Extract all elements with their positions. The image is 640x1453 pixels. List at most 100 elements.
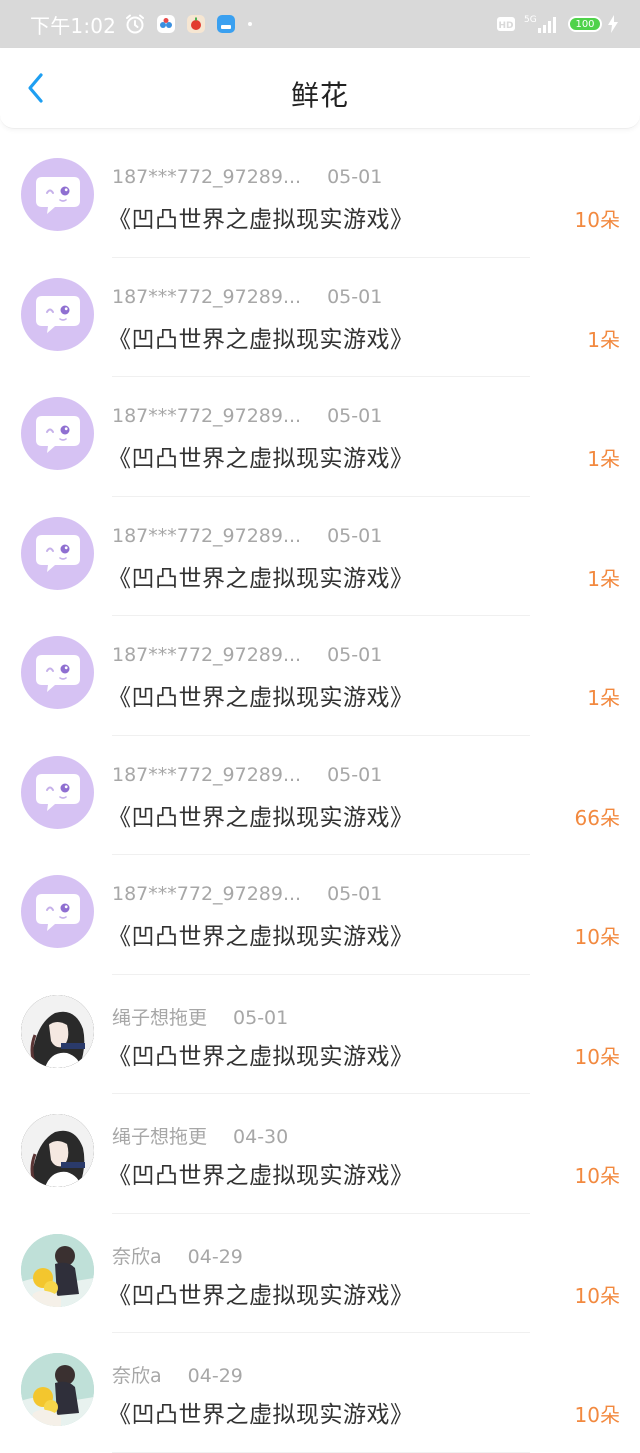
flower-count: 10朵 — [574, 1164, 620, 1188]
chat-bubble-icon — [35, 774, 80, 811]
list-item[interactable]: 奈欣a 04-29 《凹凸世界之虚拟现实游戏》 10朵 — [0, 1333, 640, 1453]
username: 奈欣a — [112, 1245, 162, 1268]
flower-count: 10朵 — [574, 1283, 620, 1308]
username: 187***772_97289... — [112, 524, 302, 547]
meta-line: 绳子想拖更 05-01 — [112, 1003, 288, 1030]
username: 187***772_97289... — [112, 166, 302, 188]
meta-line: 187***772_97289... 05-01 — [112, 644, 382, 666]
date: 04-29 — [187, 1245, 243, 1268]
meta-line: 187***772_97289... 05-01 — [112, 883, 382, 905]
status-indicators: HD 5G 100 — [496, 13, 626, 35]
flower-count: 10朵 — [574, 208, 620, 232]
chat-bubble-icon — [35, 535, 80, 572]
avatar[interactable] — [21, 994, 94, 1068]
flower-count: 66朵 — [574, 805, 620, 830]
meta-line: 奈欣a 04-29 — [112, 1361, 243, 1388]
username: 187***772_97289... — [112, 883, 302, 905]
date: 05-01 — [327, 285, 383, 308]
flower-count: 10朵 — [574, 1403, 620, 1427]
user-avatar-image — [21, 994, 94, 1068]
status-time: 下午1:02 — [30, 13, 117, 38]
chat-bubble-icon — [35, 176, 80, 214]
list-item[interactable]: 187***772_97289... 05-01 《凹凸世界之虚拟现实游戏》 1朵 — [0, 258, 640, 377]
list-item[interactable]: 绳子想拖更 05-01 《凹凸世界之虚拟现实游戏》 10朵 — [0, 975, 640, 1094]
date: 04-29 — [187, 1365, 243, 1387]
meta-line: 奈欣a 04-29 — [112, 1242, 243, 1269]
list-item[interactable]: 187***772_97289... 05-01 《凹凸世界之虚拟现实游戏》 10… — [0, 138, 640, 258]
signal-icon: 5G — [524, 13, 560, 35]
meta-line: 绳子想拖更 04-30 — [112, 1122, 288, 1149]
list-item[interactable]: 奈欣a 04-29 《凹凸世界之虚拟现实游戏》 10朵 — [0, 1214, 640, 1333]
date: 05-01 — [327, 524, 383, 547]
network-type: 5G — [524, 15, 537, 25]
flower-count: 10朵 — [574, 925, 620, 949]
meta-line: 187***772_97289... 05-01 — [112, 525, 382, 547]
date: 05-01 — [327, 883, 383, 905]
avatar[interactable] — [21, 158, 94, 231]
date: 04-30 — [233, 1126, 289, 1148]
app-notification-icon — [216, 14, 236, 34]
book-title: 《凹凸世界之虚拟现实游戏》 — [108, 565, 414, 592]
avatar[interactable] — [21, 755, 94, 829]
chat-bubble-icon — [35, 296, 80, 333]
book-title: 《凹凸世界之虚拟现实游戏》 — [108, 1043, 414, 1070]
avatar[interactable] — [21, 516, 94, 590]
flower-list: 187***772_97289... 05-01 《凹凸世界之虚拟现实游戏》 10… — [0, 138, 640, 1453]
app-notification-icon — [186, 14, 206, 34]
book-title: 《凹凸世界之虚拟现实游戏》 — [108, 207, 414, 233]
username: 绳子想拖更 — [112, 1006, 208, 1029]
book-title: 《凹凸世界之虚拟现实游戏》 — [108, 326, 414, 353]
book-title: 《凹凸世界之虚拟现实游戏》 — [108, 1163, 414, 1189]
flower-count: 1朵 — [587, 566, 620, 591]
book-title: 《凹凸世界之虚拟现实游戏》 — [108, 685, 414, 711]
list-item[interactable]: 绳子想拖更 04-30 《凹凸世界之虚拟现实游戏》 10朵 — [0, 1094, 640, 1214]
username: 187***772_97289... — [112, 285, 302, 308]
book-title: 《凹凸世界之虚拟现实游戏》 — [108, 924, 414, 950]
status-bar: 下午1:02 HD 5G 100 — [0, 0, 640, 48]
date: 05-01 — [327, 405, 383, 427]
svg-text:HD: HD — [498, 21, 513, 31]
username: 187***772_97289... — [112, 763, 302, 786]
meta-line: 187***772_97289... 05-01 — [112, 764, 382, 786]
list-item[interactable]: 187***772_97289... 05-01 《凹凸世界之虚拟现实游戏》 1朵 — [0, 616, 640, 736]
avatar[interactable] — [21, 636, 94, 709]
avatar[interactable] — [21, 875, 94, 948]
book-title: 《凹凸世界之虚拟现实游戏》 — [108, 1402, 414, 1428]
date: 05-01 — [327, 644, 383, 666]
flower-count: 1朵 — [587, 447, 620, 471]
avatar[interactable] — [21, 1353, 94, 1426]
avatar[interactable] — [21, 1233, 94, 1307]
username: 187***772_97289... — [112, 644, 302, 666]
list-item[interactable]: 187***772_97289... 05-01 《凹凸世界之虚拟现实游戏》 66… — [0, 736, 640, 855]
avatar[interactable] — [21, 1114, 94, 1187]
charging-icon — [608, 15, 618, 33]
username: 绳子想拖更 — [112, 1126, 208, 1148]
header: 鲜花 — [0, 48, 640, 129]
app-notification-icon — [156, 14, 176, 34]
book-title: 《凹凸世界之虚拟现实游戏》 — [108, 446, 414, 472]
book-title: 《凹凸世界之虚拟现实游戏》 — [108, 1282, 414, 1309]
hd-icon: HD — [496, 16, 516, 32]
battery-indicator: 100 — [568, 16, 602, 32]
more-notifications-dot-icon — [246, 20, 254, 28]
user-avatar-image — [21, 1114, 94, 1187]
list-item[interactable]: 187***772_97289... 05-01 《凹凸世界之虚拟现实游戏》 10… — [0, 855, 640, 975]
user-avatar-image — [21, 1353, 94, 1426]
flower-count: 1朵 — [587, 327, 620, 352]
date: 05-01 — [327, 763, 383, 786]
alarm-icon — [124, 13, 146, 35]
username: 187***772_97289... — [112, 405, 302, 427]
avatar[interactable] — [21, 277, 94, 351]
chat-bubble-icon — [35, 415, 80, 453]
username: 奈欣a — [112, 1365, 162, 1387]
page-title: 鲜花 — [290, 79, 349, 112]
list-item[interactable]: 187***772_97289... 05-01 《凹凸世界之虚拟现实游戏》 1朵 — [0, 377, 640, 497]
meta-line: 187***772_97289... 05-01 — [112, 405, 382, 427]
date: 05-01 — [327, 166, 383, 188]
avatar[interactable] — [21, 397, 94, 470]
flower-count: 1朵 — [587, 686, 620, 710]
list-item[interactable]: 187***772_97289... 05-01 《凹凸世界之虚拟现实游戏》 1朵 — [0, 497, 640, 616]
chat-bubble-icon — [35, 893, 80, 931]
book-title: 《凹凸世界之虚拟现实游戏》 — [108, 804, 414, 831]
divider — [112, 1451, 530, 1453]
